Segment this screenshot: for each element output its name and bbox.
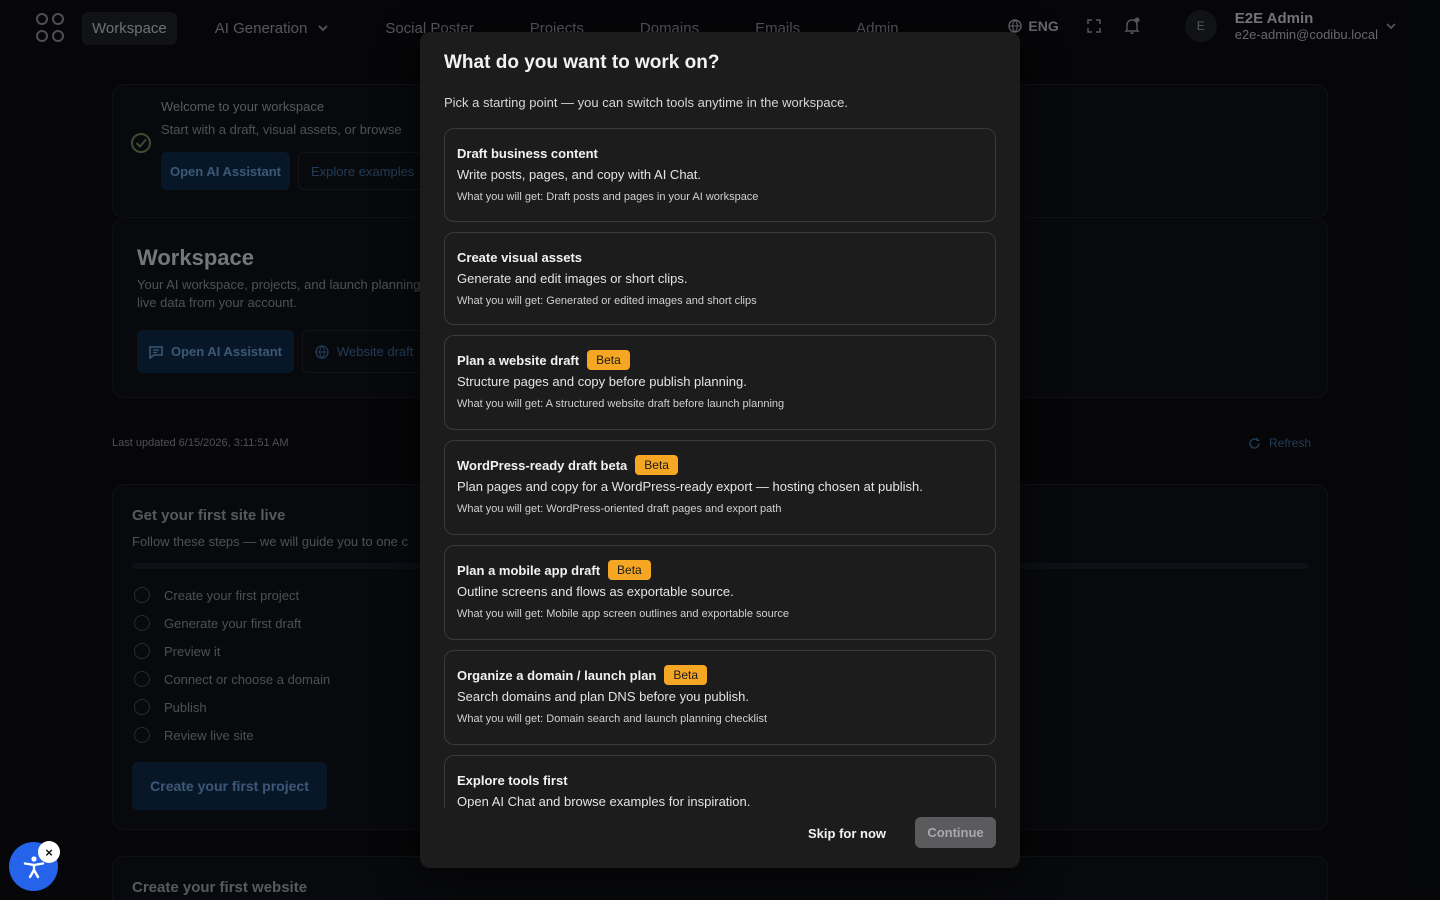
option-title: Explore tools first (457, 772, 568, 788)
option-create-visual-assets[interactable]: Create visual assets Generate and edit i… (444, 232, 996, 325)
option-description: Outline screens and flows as exportable … (457, 584, 734, 599)
option-outcome: What you will get: A structured website … (457, 398, 785, 410)
modal-subtitle: Pick a starting point — you can switch t… (444, 95, 848, 110)
option-title: Plan a website draft (457, 352, 580, 368)
option-title: Plan a mobile app draft (457, 562, 601, 578)
beta-badge: Beta (608, 560, 651, 580)
option-title: Create visual assets (457, 249, 583, 265)
option-draft-business-content[interactable]: Draft business content Write posts, page… (444, 128, 996, 222)
beta-badge: Beta (664, 665, 708, 685)
option-wordpress-ready-draft[interactable]: WordPress-ready draft beta Beta Plan page… (444, 440, 996, 535)
option-plan-website-draft[interactable]: Plan a website draft Beta Structure pages… (444, 335, 996, 430)
option-description: Plan pages and copy for a WordPress-read… (457, 479, 923, 494)
option-description: Write posts, pages, and copy with AI Cha… (457, 167, 701, 182)
option-explore-tools-first[interactable]: Explore tools first Open AI Chat and bro… (444, 755, 996, 808)
option-description: Structure pages and copy before publish … (457, 374, 747, 389)
option-description: Search domains and plan DNS before you p… (457, 689, 749, 704)
option-organize-domain-launch-plan[interactable]: Organize a domain / launch plan Beta Sear… (444, 650, 996, 745)
beta-badge: Beta (587, 350, 630, 370)
modal-title: What do you want to work on? (444, 52, 720, 73)
option-description: Open AI Chat and browse examples for ins… (457, 794, 751, 808)
option-description: Generate and edit images or short clips. (457, 271, 688, 286)
options-list[interactable]: Draft business content Write posts, page… (444, 128, 996, 808)
option-outcome: What you will get: WordPress-oriented dr… (457, 503, 782, 515)
accessibility-close-icon[interactable]: × (38, 841, 60, 863)
option-outcome: What you will get: Mobile app screen out… (457, 608, 790, 620)
option-outcome: What you will get: Generated or edited i… (457, 295, 757, 307)
option-title: WordPress-ready draft beta (457, 457, 628, 473)
option-outcome: What you will get: Draft posts and pages… (457, 191, 759, 203)
option-plan-mobile-app-draft[interactable]: Plan a mobile app draft Beta Outline scre… (444, 545, 996, 640)
skip-for-now-button[interactable]: Skip for now (794, 818, 900, 848)
option-outcome: What you will get: Domain search and lau… (457, 713, 767, 725)
continue-button[interactable]: Continue (915, 817, 996, 848)
option-title: Organize a domain / launch plan (457, 667, 657, 683)
onboarding-modal: What do you want to work on? Pick a star… (420, 32, 1020, 868)
beta-badge: Beta (635, 455, 678, 475)
option-title: Draft business content (457, 145, 598, 161)
